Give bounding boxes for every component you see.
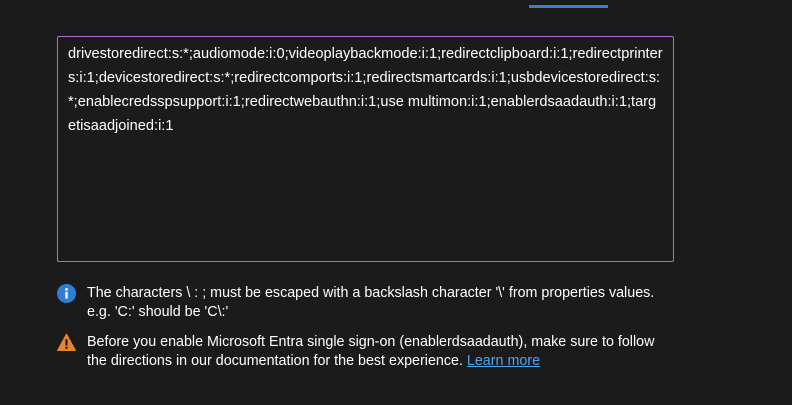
info-message-text: The characters \ : ; must be escaped wit…	[87, 285, 655, 320]
warning-message-text: Before you enable Microsoft Entra single…	[87, 333, 657, 370]
info-message: The characters \ : ; must be escaped wit…	[57, 284, 657, 321]
rdp-properties-panel: drivestoredirect:s:*;audiomode:i:0;video…	[0, 0, 792, 405]
learn-more-link[interactable]: Learn more	[467, 353, 540, 369]
rdp-properties-textarea[interactable]: drivestoredirect:s:*;audiomode:i:0;video…	[57, 36, 674, 262]
warning-message: Before you enable Microsoft Entra single…	[57, 333, 657, 370]
active-tab-indicator	[529, 5, 608, 8]
info-icon	[57, 284, 76, 303]
warning-icon	[57, 333, 76, 352]
warning-message-body: Before you enable Microsoft Entra single…	[87, 334, 655, 369]
